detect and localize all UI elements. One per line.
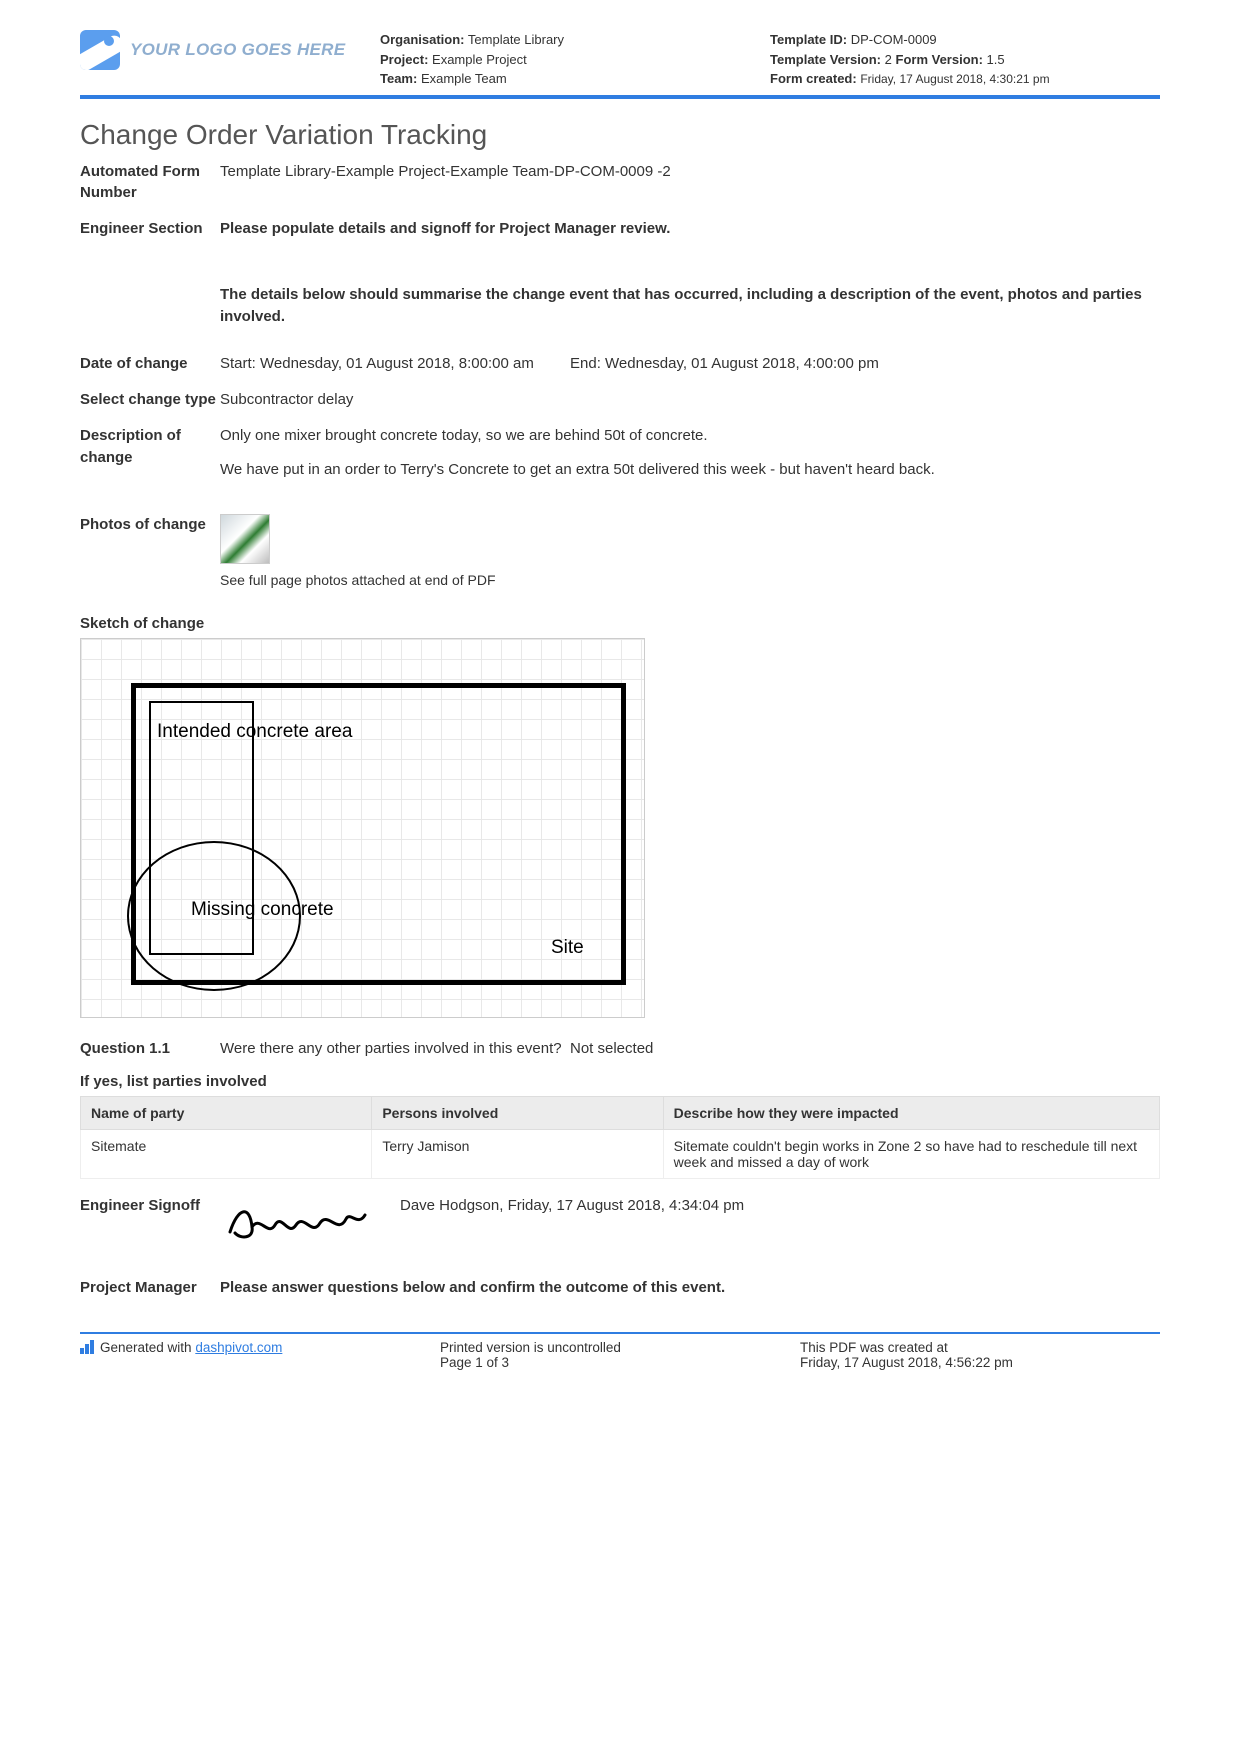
logo-icon [80, 30, 120, 70]
template-ver-value: 2 [885, 52, 892, 67]
logo-text: YOUR LOGO GOES HERE [130, 40, 345, 60]
sketch-area: Intended concrete area Missing concrete … [80, 638, 645, 1018]
footer-left: Generated with dashpivot.com [80, 1340, 440, 1370]
signoff-text: Dave Hodgson, Friday, 17 August 2018, 4:… [400, 1197, 744, 1243]
photos-caption: See full page photos attached at end of … [220, 570, 1160, 590]
footer-created-label: This PDF was created at [800, 1340, 1160, 1355]
footer-created-value: Friday, 17 August 2018, 4:56:22 pm [800, 1355, 1160, 1370]
form-ver-value: 1.5 [987, 52, 1005, 67]
template-ver-label: Template Version: [770, 52, 881, 67]
photos-label: Photos of change [80, 514, 220, 590]
details-note: The details below should summarise the c… [220, 284, 1160, 328]
question-answer: Not selected [570, 1040, 653, 1057]
team-value: Example Team [421, 71, 507, 86]
signoff-label: Engineer Signoff [80, 1197, 220, 1243]
pm-label: Project Manager [80, 1277, 220, 1299]
footer: Generated with dashpivot.com Printed ver… [80, 1332, 1160, 1370]
photo-thumbnail [220, 514, 270, 564]
date-values: Start: Wednesday, 01 August 2018, 8:00:0… [220, 353, 1160, 375]
field-desc: Description of change Only one mixer bro… [80, 425, 1160, 481]
sketch-text-site: Site [551, 937, 584, 959]
signature-image [220, 1197, 400, 1243]
parties-label: If yes, list parties involved [80, 1073, 1160, 1090]
field-date: Date of change Start: Wednesday, 01 Augu… [80, 353, 1160, 375]
form-created-value: Friday, 17 August 2018, 4:30:21 pm [860, 72, 1049, 86]
footer-link[interactable]: dashpivot.com [195, 1340, 282, 1355]
field-engineer-section: Engineer Section Please populate details… [80, 218, 1160, 240]
footer-generated-prefix: Generated with [100, 1340, 195, 1355]
dashpivot-icon [80, 1340, 94, 1354]
th-impact: Describe how they were impacted [663, 1096, 1159, 1129]
type-label: Select change type [80, 389, 220, 411]
desc-line2: We have put in an order to Terry's Concr… [220, 459, 1160, 481]
th-party: Name of party [81, 1096, 372, 1129]
footer-uncontrolled: Printed version is uncontrolled [440, 1340, 800, 1355]
project-value: Example Project [432, 52, 527, 67]
type-value: Subcontractor delay [220, 389, 1160, 411]
engineer-section-label: Engineer Section [80, 218, 220, 240]
header-meta: Organisation: Template Library Project: … [380, 30, 1160, 89]
org-value: Template Library [468, 32, 564, 47]
form-created-label: Form created: [770, 71, 857, 86]
footer-right: This PDF was created at Friday, 17 Augus… [800, 1340, 1160, 1370]
parties-table: Name of party Persons involved Describe … [80, 1096, 1160, 1179]
th-persons: Persons involved [372, 1096, 663, 1129]
engineer-section-value: Please populate details and signoff for … [220, 218, 1160, 240]
template-id-label: Template ID: [770, 32, 847, 47]
field-pm: Project Manager Please answer questions … [80, 1277, 1160, 1299]
pm-value: Please answer questions below and confir… [220, 1277, 1160, 1299]
td-impact: Sitemate couldn't begin works in Zone 2 … [663, 1129, 1159, 1178]
meta-col-right: Template ID: DP-COM-0009 Template Versio… [770, 30, 1160, 89]
td-party: Sitemate [81, 1129, 372, 1178]
sketch-label: Sketch of change [80, 615, 1160, 632]
field-form-number: Automated Form Number Template Library-E… [80, 161, 1160, 205]
field-type: Select change type Subcontractor delay [80, 389, 1160, 411]
date-end: End: Wednesday, 01 August 2018, 4:00:00 … [570, 353, 879, 375]
field-details-note: The details below should summarise the c… [80, 284, 1160, 328]
form-number-label: Automated Form Number [80, 161, 220, 205]
form-number-value: Template Library-Example Project-Example… [220, 161, 1160, 205]
question-label: Question 1.1 [80, 1040, 220, 1057]
photos-block: See full page photos attached at end of … [220, 514, 1160, 590]
meta-col-left: Organisation: Template Library Project: … [380, 30, 770, 89]
page: YOUR LOGO GOES HERE Organisation: Templa… [0, 0, 1240, 1390]
field-photos: Photos of change See full page photos at… [80, 514, 1160, 590]
sketch-text-missing: Missing concrete [191, 899, 334, 921]
logo-block: YOUR LOGO GOES HERE [80, 30, 360, 70]
form-ver-label: Form Version: [896, 52, 983, 67]
question-row: Question 1.1 Were there any other partie… [80, 1040, 1160, 1057]
signoff-row: Engineer Signoff Dave Hodgson, Friday, 1… [80, 1197, 1160, 1243]
table-row: Sitemate Terry Jamison Sitemate couldn't… [81, 1129, 1160, 1178]
org-label: Organisation: [380, 32, 465, 47]
header: YOUR LOGO GOES HERE Organisation: Templa… [80, 30, 1160, 99]
table-header-row: Name of party Persons involved Describe … [81, 1096, 1160, 1129]
desc-line1: Only one mixer brought concrete today, s… [220, 425, 1160, 447]
footer-page: Page 1 of 3 [440, 1355, 800, 1370]
question-text: Were there any other parties involved in… [220, 1040, 570, 1057]
date-start: Start: Wednesday, 01 August 2018, 8:00:0… [220, 353, 570, 375]
desc-value: Only one mixer brought concrete today, s… [220, 425, 1160, 481]
page-title: Change Order Variation Tracking [80, 119, 1160, 151]
team-label: Team: [380, 71, 417, 86]
date-label: Date of change [80, 353, 220, 375]
template-id-value: DP-COM-0009 [851, 32, 937, 47]
footer-middle: Printed version is uncontrolled Page 1 o… [440, 1340, 800, 1370]
td-persons: Terry Jamison [372, 1129, 663, 1178]
desc-label: Description of change [80, 425, 220, 481]
sketch-text-intended: Intended concrete area [157, 721, 352, 743]
project-label: Project: [380, 52, 428, 67]
